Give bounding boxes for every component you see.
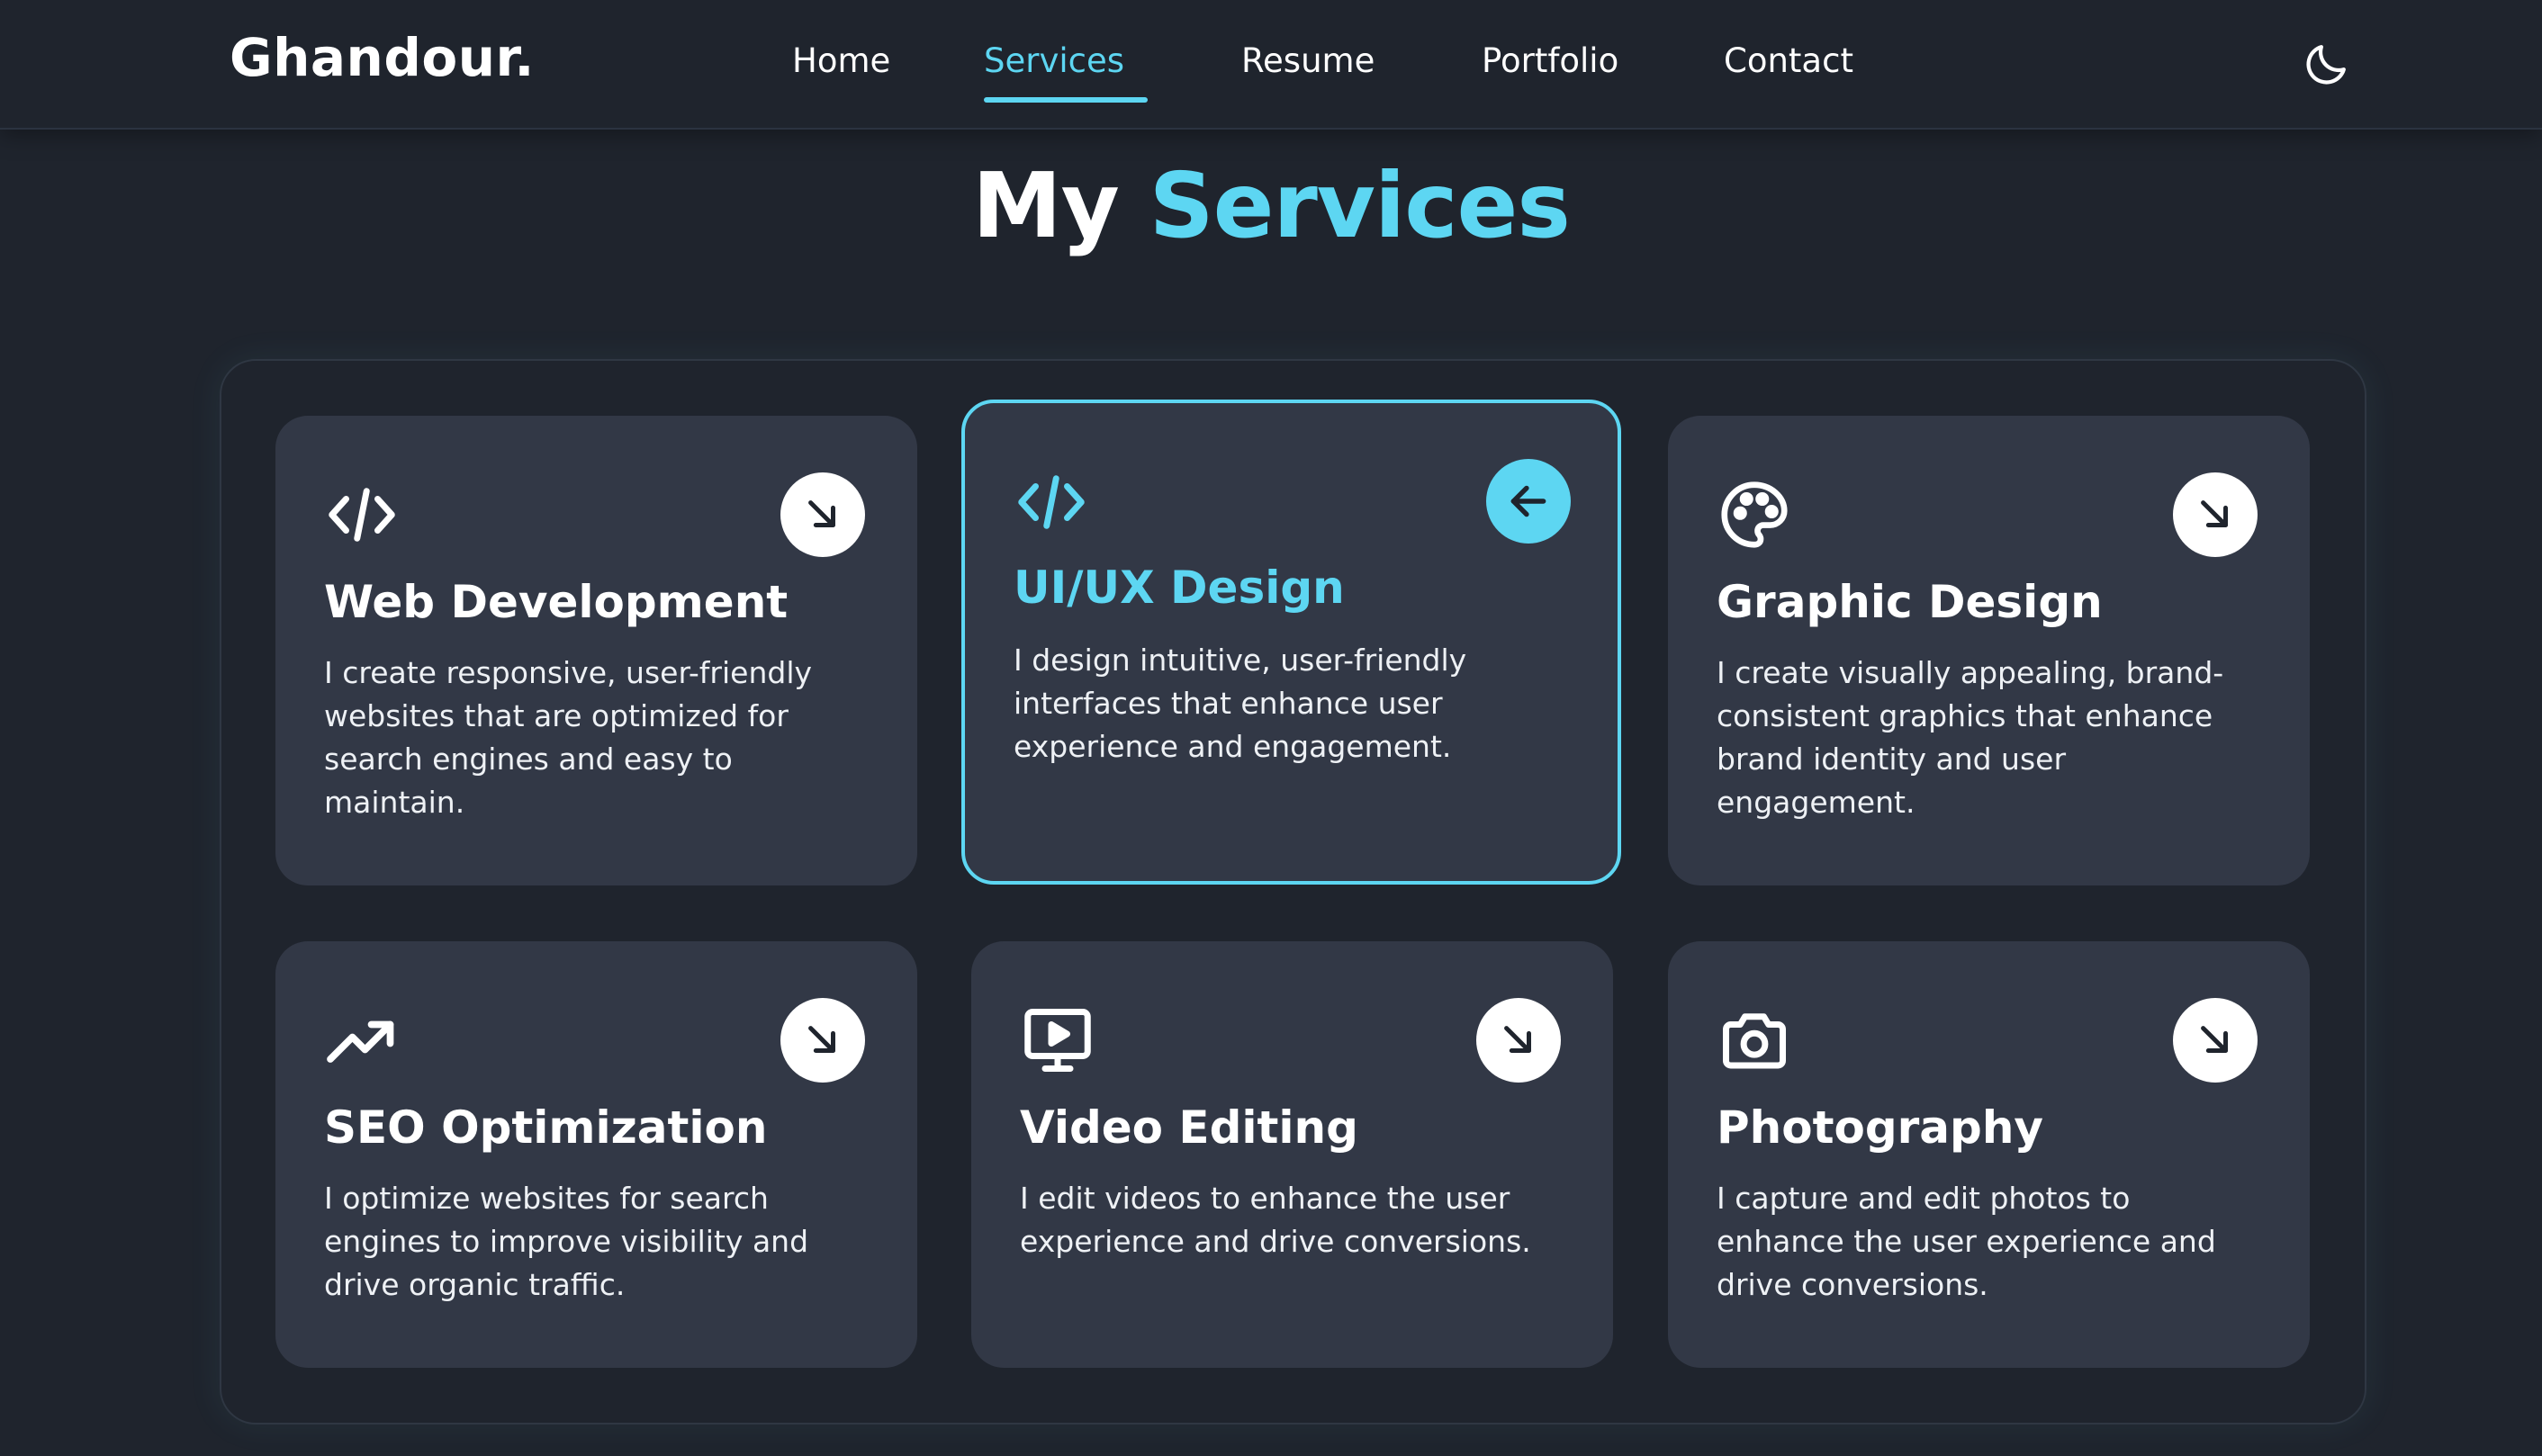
page-title-accent: Services	[1149, 153, 1571, 258]
palette-icon	[1721, 481, 1788, 548]
nav-services[interactable]: Services	[984, 41, 1124, 80]
service-description: I optimize websites for search engines t…	[324, 1181, 809, 1302]
page-title-part1: My	[972, 153, 1120, 258]
nav-portfolio[interactable]: Portfolio	[1482, 41, 1618, 80]
service-title: UI/UX Design	[1014, 562, 1345, 614]
service-card-web-development[interactable]: Web Development I create responsive, use…	[275, 416, 917, 885]
service-title: Web Development	[324, 576, 789, 628]
arrow-down-right-icon	[808, 500, 835, 527]
moon-icon	[2306, 45, 2346, 85]
service-title: Photography	[1717, 1101, 2044, 1154]
video-monitor-icon	[1024, 1009, 1091, 1072]
service-arrow-button[interactable]	[780, 472, 865, 557]
nav-home[interactable]: Home	[792, 41, 890, 80]
nav-contact[interactable]: Contact	[1724, 41, 1853, 80]
page-title: My Services	[0, 153, 2542, 258]
service-arrow-button[interactable]	[780, 998, 865, 1083]
arrow-down-right-icon	[2201, 1026, 2228, 1053]
service-title: Graphic Design	[1717, 576, 2103, 628]
service-arrow-button[interactable]	[1476, 998, 1561, 1083]
service-description: I create visually appealing, brand-consi…	[1717, 655, 2224, 820]
nav-active-indicator	[984, 97, 1148, 103]
service-description: I capture and edit photos to enhance the…	[1717, 1181, 2216, 1302]
theme-toggle-button[interactable]	[2301, 40, 2351, 90]
service-card-video-editing[interactable]: Video Editing I edit videos to enhance t…	[971, 941, 1613, 1368]
service-card-graphic-design[interactable]: Graphic Design I create visually appeali…	[1668, 416, 2310, 885]
site-header: Ghandour. Home Services Resume Portfolio…	[0, 0, 2542, 130]
nav-resume[interactable]: Resume	[1241, 41, 1375, 80]
service-title: Video Editing	[1020, 1101, 1358, 1154]
service-arrow-button[interactable]	[1486, 459, 1571, 544]
arrow-down-right-icon	[808, 1026, 835, 1053]
arrow-left-icon	[1510, 485, 1546, 517]
service-description: I design intuitive, user-friendly interf…	[1014, 643, 1467, 764]
service-arrow-button[interactable]	[2173, 998, 2258, 1083]
service-description: I create responsive, user-friendly websi…	[324, 655, 813, 820]
code-icon	[329, 488, 395, 542]
service-title: SEO Optimization	[324, 1101, 768, 1154]
service-arrow-button[interactable]	[2173, 472, 2258, 557]
site-logo[interactable]: Ghandour.	[230, 27, 535, 88]
camera-icon	[1723, 1013, 1786, 1069]
service-description: I edit videos to enhance the user experi…	[1020, 1181, 1531, 1259]
service-card-ui-ux-design[interactable]: UI/UX Design I design intuitive, user-fr…	[961, 400, 1621, 885]
trending-up-icon	[327, 1020, 394, 1063]
service-card-seo-optimization[interactable]: SEO Optimization I optimize websites for…	[275, 941, 917, 1368]
code-icon	[1018, 475, 1085, 529]
arrow-down-right-icon	[2201, 500, 2228, 527]
service-card-photography[interactable]: Photography I capture and edit photos to…	[1668, 941, 2310, 1368]
arrow-down-right-icon	[1504, 1026, 1531, 1053]
